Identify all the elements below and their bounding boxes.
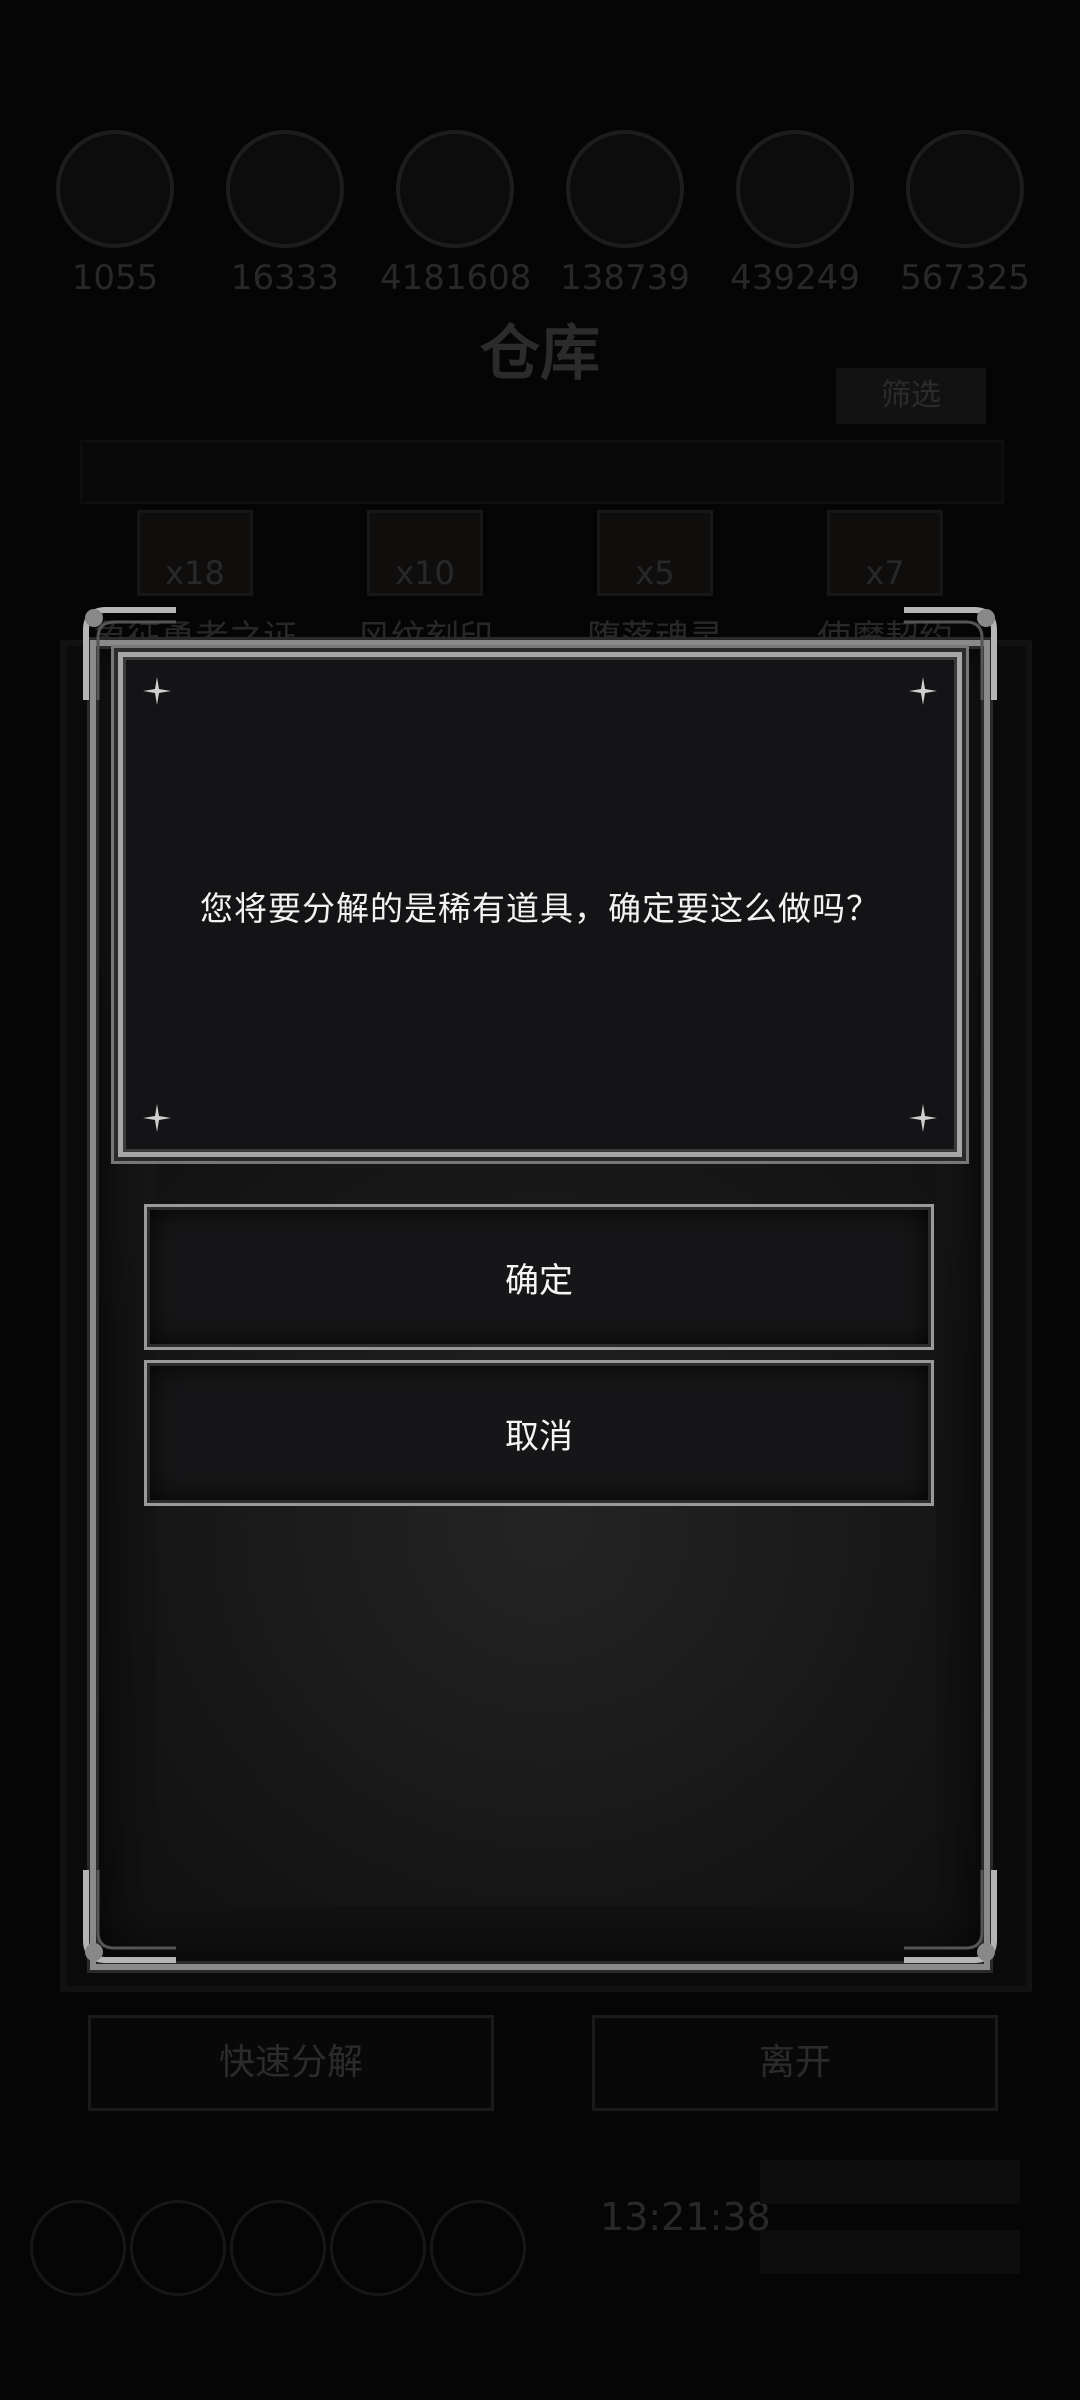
sparkle-icon (143, 1104, 171, 1132)
resource-bar (760, 2230, 1020, 2274)
clock: 13:21:38 (600, 2195, 771, 2239)
currency-icon (396, 130, 514, 248)
currency-icon (906, 130, 1024, 248)
frame-corner-ornament-icon (76, 1860, 186, 1970)
leave-button[interactable]: 离开 (592, 2015, 998, 2111)
item-count: x18 (165, 554, 225, 592)
frame-corner-ornament-icon (894, 1860, 1004, 1970)
cancel-button[interactable]: 取消 (144, 1360, 934, 1506)
currency-5: 439249 (720, 130, 870, 298)
currency-amount: 138739 (560, 258, 690, 298)
quick-dismantle-button[interactable]: 快速分解 (88, 2015, 494, 2111)
confirm-button[interactable]: 确定 (144, 1204, 934, 1350)
item-count: x7 (865, 554, 905, 592)
currency-3: 4181608 (380, 130, 532, 298)
sparkle-icon (909, 1104, 937, 1132)
currency-6: 567325 (890, 130, 1040, 298)
dialog-message: 您将要分解的是稀有道具，确定要这么做吗？ (200, 889, 880, 928)
currency-icon (736, 130, 854, 248)
nav-icon[interactable] (130, 2200, 226, 2296)
category-bar (80, 440, 1004, 504)
filter-button[interactable]: 筛选 (836, 368, 986, 424)
message-panel: 您将要分解的是稀有道具，确定要这么做吗？ (118, 652, 962, 1157)
nav-icon[interactable] (430, 2200, 526, 2296)
currency-icon (56, 130, 174, 248)
currency-amount: 567325 (900, 258, 1030, 298)
currency-1: 1055 (40, 130, 190, 298)
nav-icon[interactable] (330, 2200, 426, 2296)
currency-amount: 4181608 (380, 258, 532, 298)
nav-icon[interactable] (30, 2200, 126, 2296)
cancel-button-label: 取消 (505, 1416, 573, 1457)
currency-amount: 16333 (230, 258, 340, 298)
item-count: x10 (395, 554, 455, 592)
sparkle-icon (909, 677, 937, 705)
currency-2: 16333 (210, 130, 360, 298)
currency-amount: 1055 (71, 258, 159, 298)
inventory-item[interactable]: x5 堕落魂灵 (550, 510, 760, 659)
currency-icon (226, 130, 344, 248)
resource-bar (760, 2160, 1020, 2204)
currency-row: 1055 16333 4181608 138739 439249 567325 (40, 130, 1040, 330)
nav-icon[interactable] (230, 2200, 326, 2296)
currency-4: 138739 (550, 130, 700, 298)
inventory-item[interactable]: x10 风纹刻印 (320, 510, 530, 659)
sparkle-icon (143, 677, 171, 705)
currency-amount: 439249 (730, 258, 860, 298)
item-count: x5 (635, 554, 675, 592)
currency-icon (566, 130, 684, 248)
confirm-button-label: 确定 (505, 1260, 573, 1301)
